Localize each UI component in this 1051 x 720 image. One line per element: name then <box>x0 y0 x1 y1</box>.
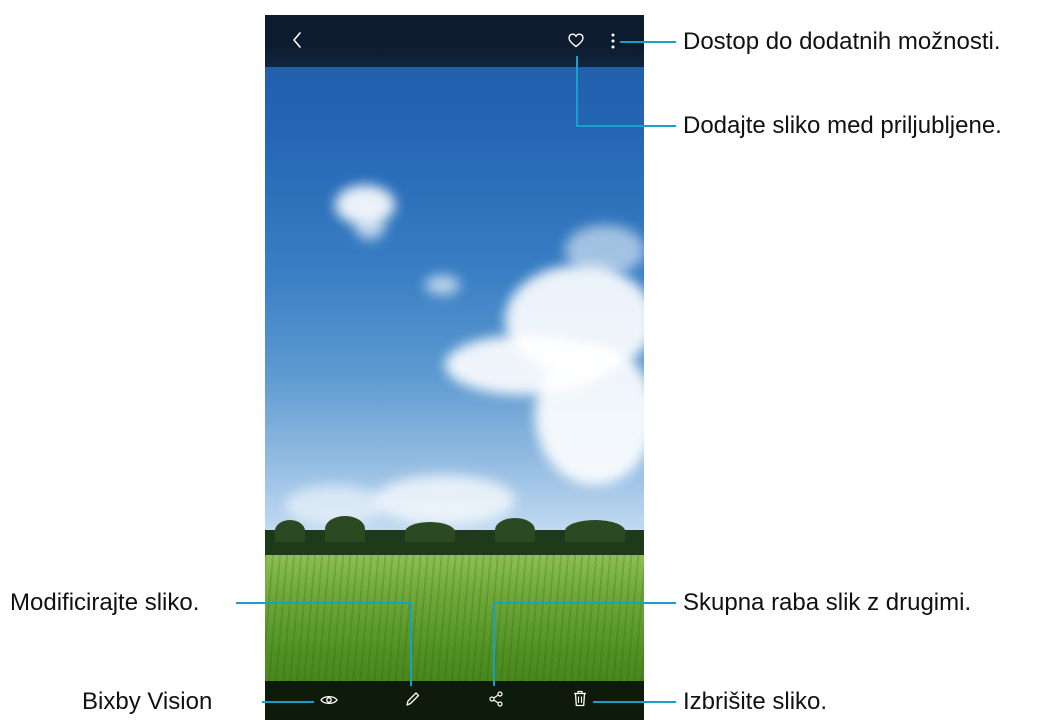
tree <box>325 516 365 542</box>
photo-viewer-screen <box>265 15 644 720</box>
top-toolbar <box>265 15 644 67</box>
tree <box>565 520 625 542</box>
share-icon[interactable] <box>489 691 503 707</box>
callout-line-edit <box>236 602 412 604</box>
callout-more-options: Dostop do dodatnih možnosti. <box>683 28 1001 55</box>
tree <box>405 522 455 542</box>
cloud <box>375 475 515 525</box>
callout-line-more-options <box>620 41 676 43</box>
callout-bixby: Bixby Vision <box>82 688 213 715</box>
callout-line-favorites <box>576 125 676 127</box>
heart-icon[interactable] <box>568 33 584 48</box>
eye-icon[interactable] <box>320 694 338 706</box>
tree <box>275 520 305 542</box>
callout-edit: Modificirajte sliko. <box>10 589 200 616</box>
cloud <box>425 275 460 295</box>
cloud <box>535 345 644 485</box>
callout-line-edit <box>410 602 412 686</box>
callout-line-delete <box>593 701 676 703</box>
callout-favorites: Dodajte sliko med priljubljene. <box>683 112 1002 139</box>
cloud <box>565 225 644 275</box>
bottom-toolbar <box>265 681 644 720</box>
callout-line-bixby <box>262 701 314 703</box>
callout-line-share <box>493 602 676 604</box>
callout-line-share <box>493 602 495 686</box>
callout-line-favorites <box>576 56 578 127</box>
more-options-icon[interactable] <box>611 33 615 49</box>
callout-delete: Izbrišite sliko. <box>683 688 828 715</box>
trash-icon[interactable] <box>573 690 587 707</box>
back-icon[interactable] <box>291 31 303 49</box>
cloud <box>355 215 385 240</box>
pencil-icon[interactable] <box>405 691 420 707</box>
callout-share: Skupna raba slik z drugimi. <box>683 589 972 616</box>
tree <box>495 518 535 542</box>
